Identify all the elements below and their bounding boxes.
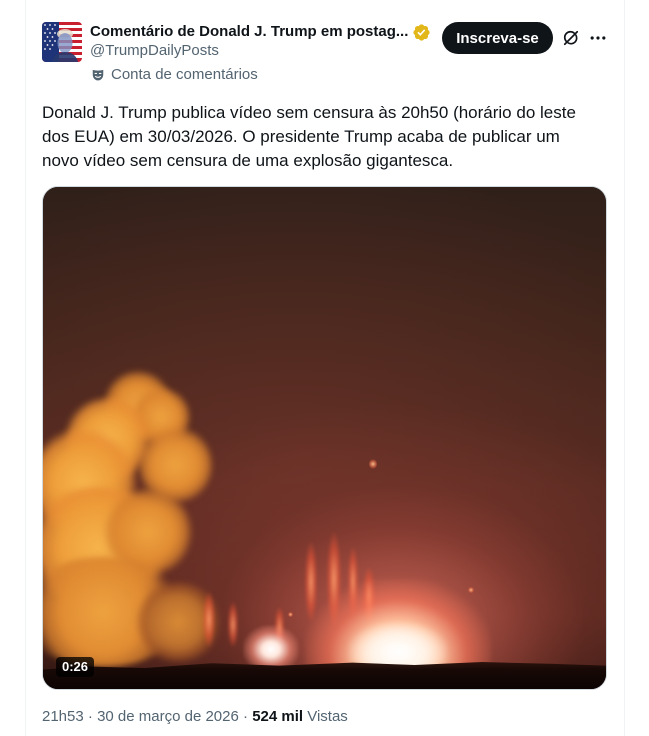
post-date[interactable]: 30 de março de 2026 (97, 708, 239, 725)
video-duration: 0:26 (62, 659, 89, 674)
spark (369, 459, 377, 469)
flame-streak (228, 602, 238, 647)
author-handle[interactable]: @TrumpDailyPosts (90, 41, 219, 61)
commentary-mask-icon (92, 69, 104, 81)
american-flag-portrait-avatar (42, 22, 82, 62)
post-metadata: 21h53 · 30 de março de 2026 · 524 mil Vi… (42, 707, 348, 727)
more-options-button[interactable] (588, 28, 608, 48)
post-text-line: dos EUA) em 30/03/2026. O presidente Tru… (42, 127, 560, 146)
flame-streak (203, 592, 215, 647)
post-detail-page: Comentário de Donald J. Trump em postag.… (0, 0, 649, 736)
spark (288, 612, 293, 617)
views-count: 524 mil (252, 708, 304, 725)
gold-verified-badge-icon[interactable] (412, 23, 431, 42)
author-display-name[interactable]: Comentário de Donald J. Trump em postag.… (90, 22, 408, 42)
video-player[interactable]: 0:26 (42, 186, 607, 690)
meta-separator: · (243, 708, 249, 725)
post-text-line: Donald J. Trump publica vídeo sem censur… (42, 103, 576, 122)
meta-separator: · (87, 708, 93, 725)
avatar[interactable] (42, 22, 82, 62)
post-time[interactable]: 21h53 (42, 708, 84, 725)
views-label: Vistas (307, 708, 348, 725)
more-options-icon (590, 36, 606, 40)
post-text: Donald J. Trump publica vídeo sem censur… (42, 101, 607, 173)
author-name-row: Comentário de Donald J. Trump em postag.… (90, 22, 431, 42)
account-label-text: Conta de comentários (111, 66, 258, 83)
subscribe-button[interactable]: Inscreva-se (442, 22, 553, 54)
commentary-account-label[interactable]: Conta de comentários (91, 65, 258, 85)
grok-icon (563, 30, 579, 46)
secondary-flash (243, 625, 299, 669)
grok-button[interactable] (561, 28, 581, 48)
video-duration-badge: 0:26 (56, 657, 95, 677)
post-text-line: novo vídeo sem censura de uma explosão g… (42, 151, 454, 170)
spark (468, 587, 474, 593)
